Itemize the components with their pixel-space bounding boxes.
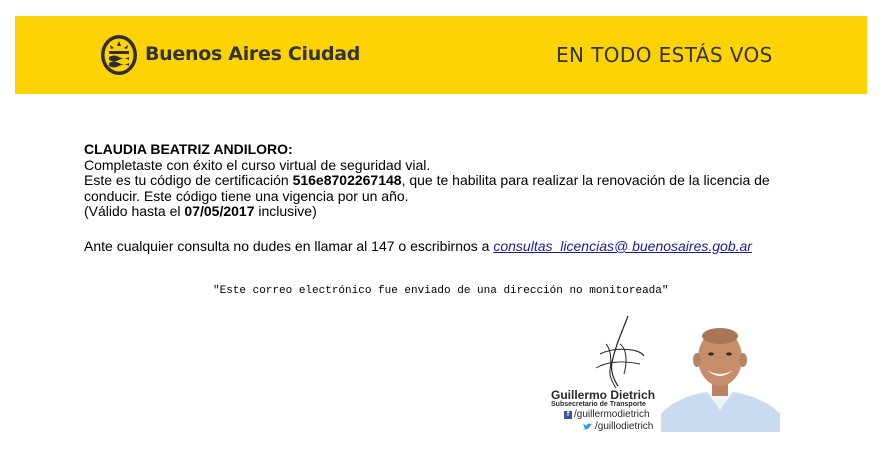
contact-text: Ante cualquier consulta no dudes en llam… — [84, 238, 494, 254]
handwritten-signature — [595, 315, 645, 389]
message-body: CLAUDIA BEATRIZ ANDILORO: Completaste co… — [84, 141, 784, 220]
facebook-icon: f — [564, 410, 572, 419]
recipient-name: CLAUDIA BEATRIZ ANDILORO: — [84, 141, 293, 157]
valid-prefix: (Válido hasta el — [84, 203, 185, 219]
contact-line: Ante cualquier consulta no dudes en llam… — [84, 238, 752, 254]
facebook-row: f /guillermodietrich — [564, 409, 650, 420]
code-paragraph: Este es tu código de certificación 516e8… — [84, 172, 784, 204]
contact-email-link[interactable]: consultas_licencias@ buenosaires.gob.ar — [493, 238, 752, 254]
validity-line: (Válido hasta el 07/05/2017 inclusive) — [84, 203, 784, 220]
slogan: EN TODO ESTÁS VOS — [556, 43, 773, 67]
signatory-title: Subsecretario de Transporte — [551, 401, 646, 408]
twitter-row: /guillodietrich — [583, 421, 653, 432]
valid-date: 07/05/2017 — [184, 203, 255, 219]
signatory-portrait — [661, 322, 780, 432]
certification-code: 516e8702267148 — [292, 172, 402, 188]
twitter-handle[interactable]: /guillodietrich — [595, 421, 653, 432]
facebook-handle[interactable]: /guillermodietrich — [574, 409, 650, 420]
valid-suffix: inclusive) — [254, 203, 317, 219]
code-intro: Este es tu código de certificación — [84, 172, 293, 188]
header-banner: Buenos Aires Ciudad EN TODO ESTÁS VOS — [15, 16, 867, 94]
city-seal-icon — [101, 35, 137, 75]
brand-name: Buenos Aires Ciudad — [145, 43, 361, 65]
completed-line: Completaste con éxito el curso virtual d… — [84, 156, 431, 173]
twitter-icon — [583, 423, 592, 429]
no-reply-notice: "Este correo electrónico fue enviado de … — [213, 285, 669, 297]
signatory-name: Guillermo Dietrich — [551, 388, 656, 402]
